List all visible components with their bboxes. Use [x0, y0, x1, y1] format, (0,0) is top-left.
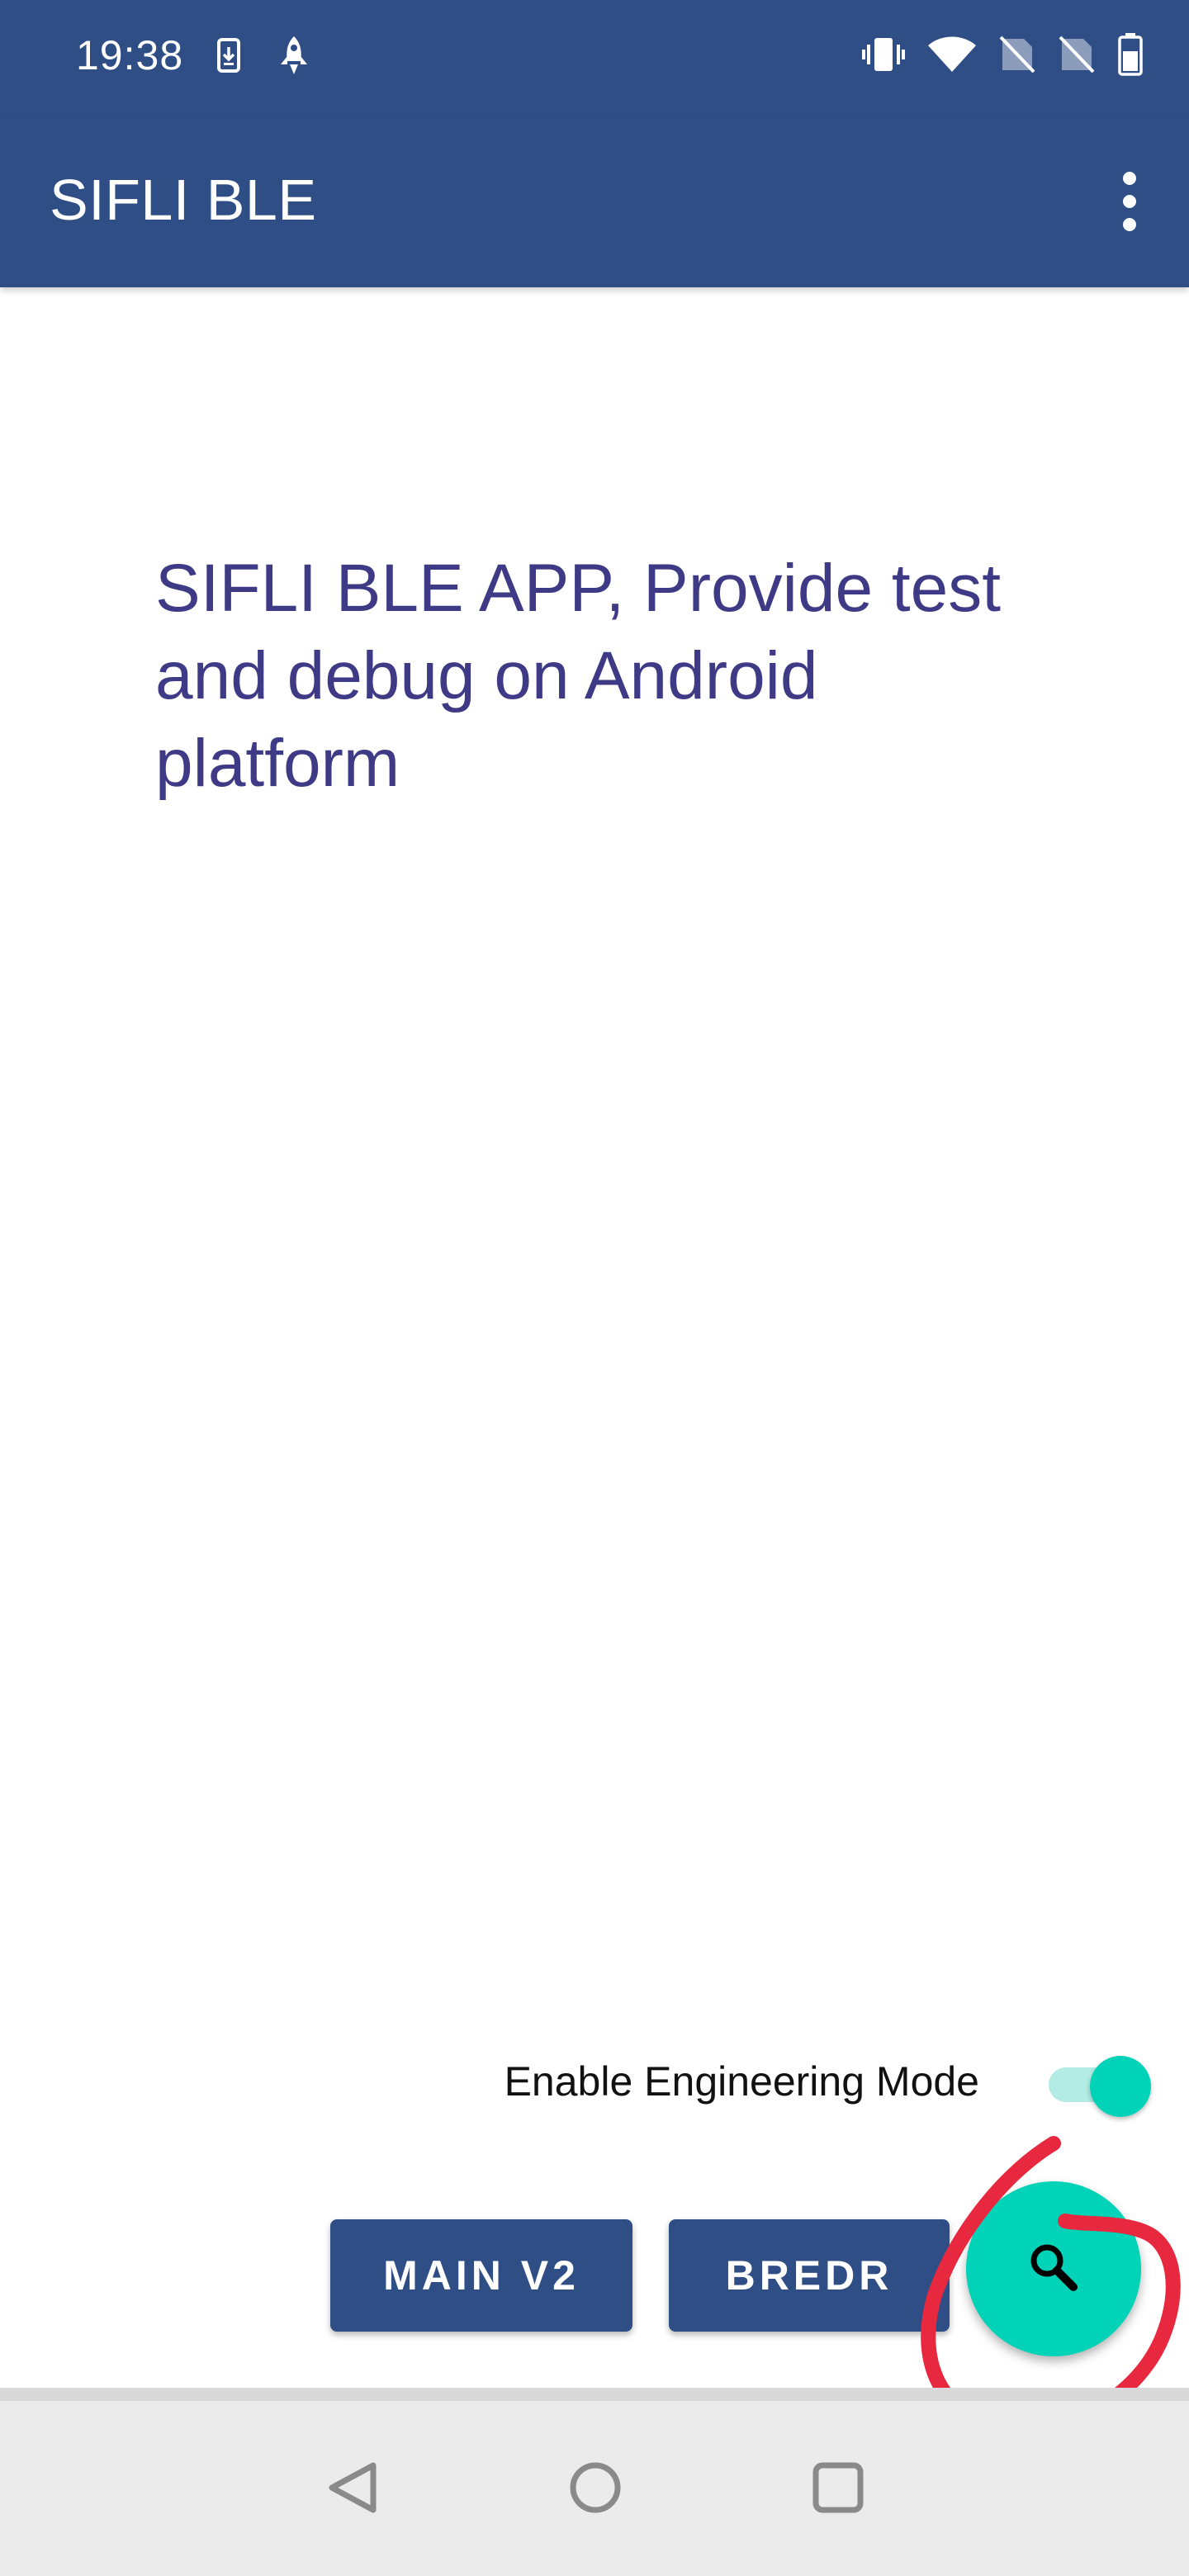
download-notification-icon [216, 37, 241, 73]
engineering-mode-switch[interactable] [1049, 2048, 1156, 2122]
battery-icon [1118, 33, 1143, 76]
app-bar: SIFLI BLE [0, 116, 1189, 287]
home-icon[interactable] [566, 2459, 624, 2521]
search-icon [1024, 2237, 1083, 2301]
vibrate-icon [862, 35, 905, 74]
menu-dot [1123, 218, 1136, 231]
rocket-icon [277, 35, 310, 76]
recents-icon[interactable] [811, 2459, 865, 2521]
no-sim-icon [999, 36, 1035, 73]
bredr-button[interactable]: BREDR [669, 2219, 950, 2332]
annotation-circle [921, 2136, 1181, 2436]
status-left-icons [216, 35, 310, 76]
main-v2-button[interactable]: MAIN V2 [330, 2219, 632, 2332]
app-title: SIFLI BLE [50, 168, 317, 232]
back-icon[interactable] [324, 2459, 381, 2521]
status-time: 19:38 [76, 32, 184, 78]
status-bar: 19:38 [0, 0, 1189, 116]
bottom-divider [0, 2388, 1189, 2401]
status-right-icons [862, 33, 1143, 76]
no-sim-icon [1059, 36, 1095, 73]
app-description: SIFLI BLE APP, Provide test and debug on… [155, 551, 1002, 801]
search-fab-button[interactable] [966, 2181, 1141, 2356]
navigation-bar [0, 2401, 1189, 2576]
switch-thumb [1090, 2056, 1151, 2117]
engineering-mode-label: Enable Engineering Mode [504, 2058, 979, 2105]
screen: 19:38 SIFLI BLE SIFLI BLE APP, Provide t… [0, 0, 1189, 2576]
engineering-mode-row: Enable Engineering Mode [462, 2048, 1156, 2122]
menu-dot [1123, 195, 1136, 208]
more-vert-icon[interactable] [1106, 168, 1153, 234]
wifi-icon [928, 36, 976, 73]
menu-dot [1123, 172, 1136, 185]
